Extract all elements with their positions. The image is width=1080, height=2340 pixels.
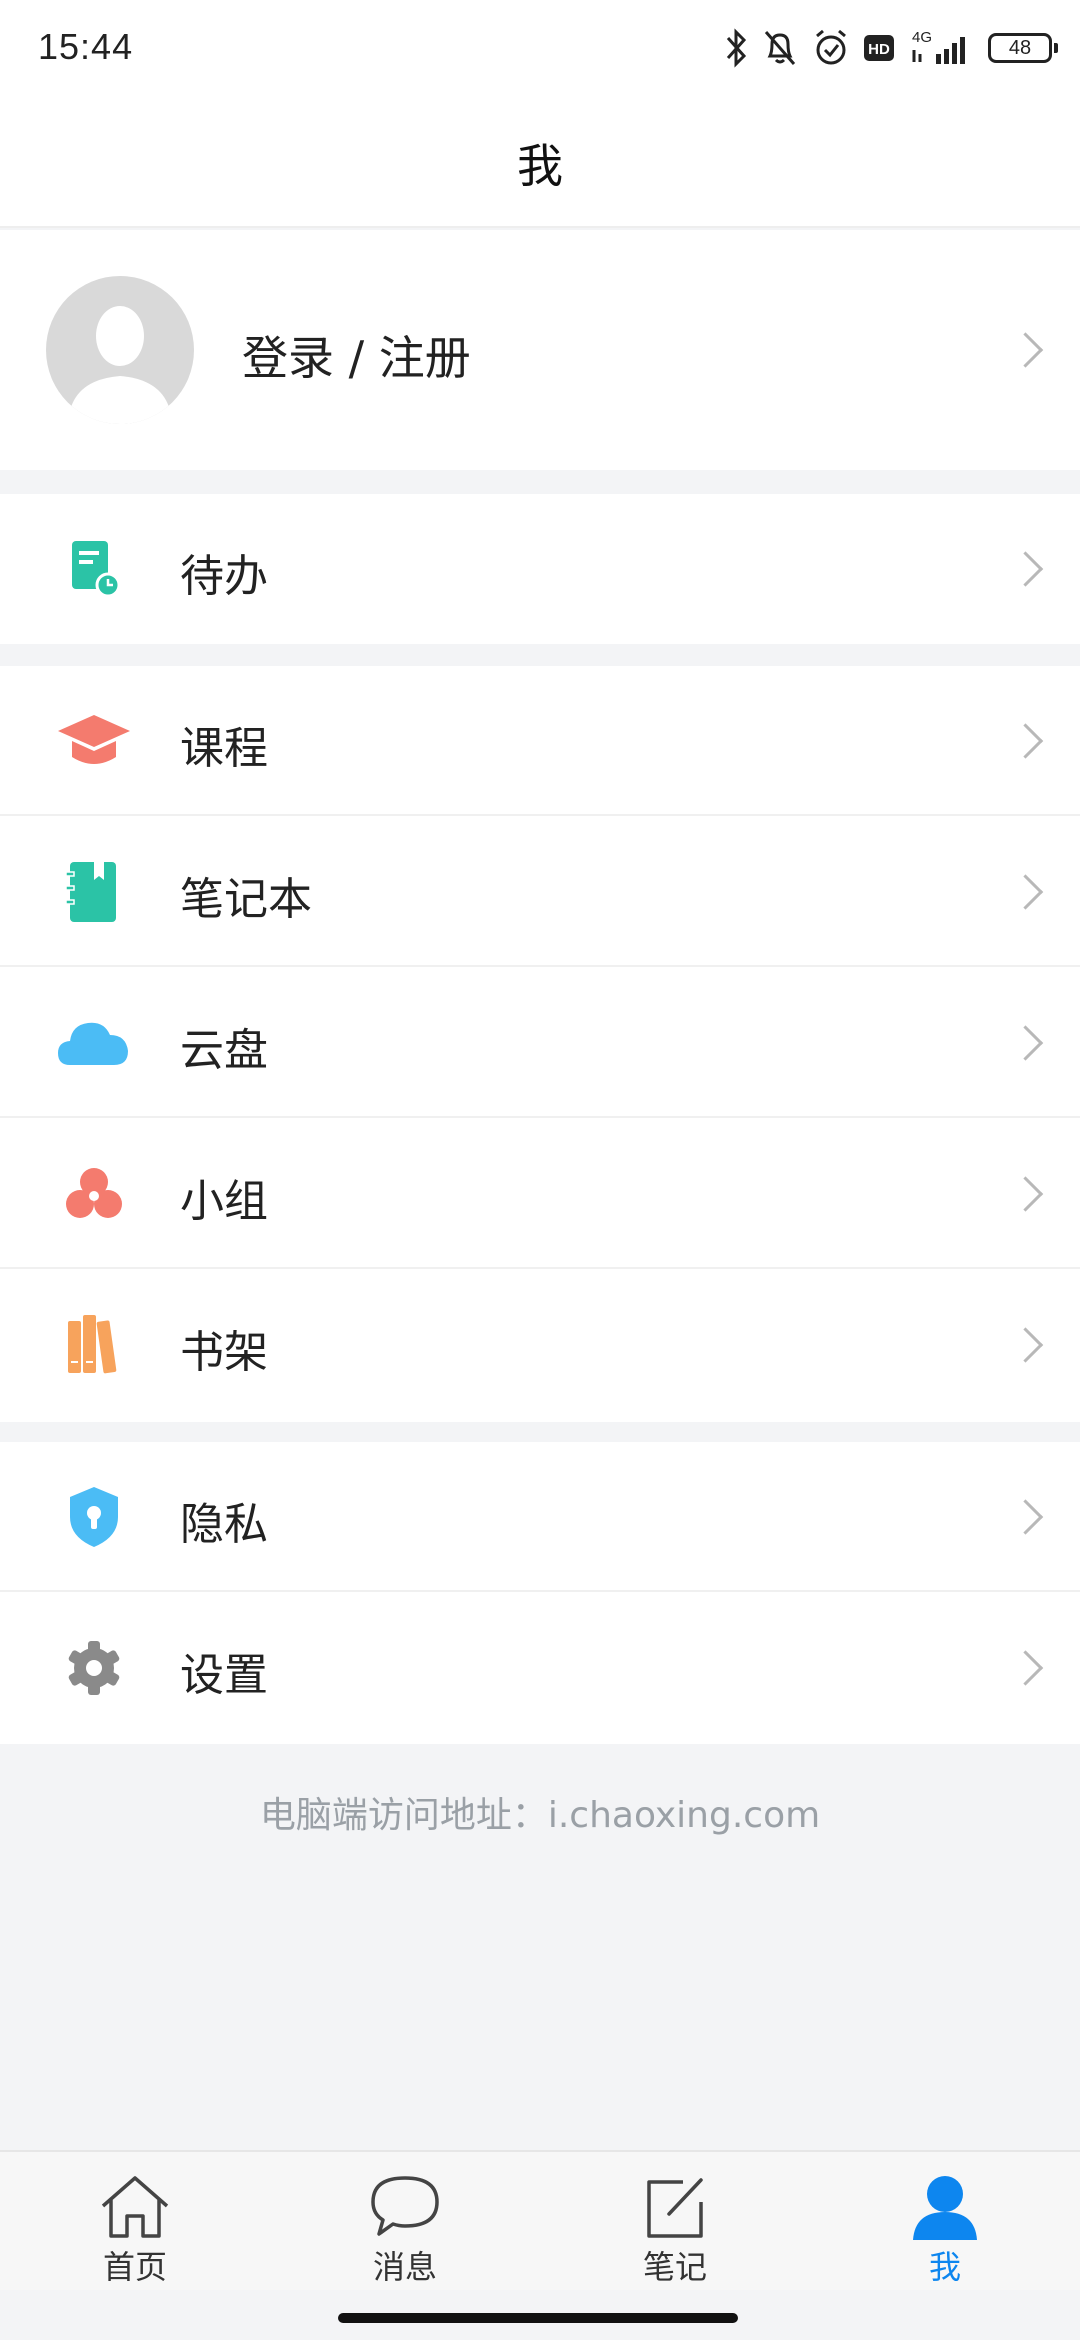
me-screen: 15:44 HD 4G 48 我 登录 / 注册 待办 课程 笔记本 云盘 小组… [0,0,1080,2340]
bell-muted-icon [764,31,796,65]
page-title: 我 [517,139,563,193]
chevron-right-icon [1007,723,1044,759]
menu-item-bookshelf[interactable]: 书架 [0,1270,1080,1420]
menu-item-group[interactable]: 小组 [0,1119,1080,1269]
tab-messages[interactable]: 消息 [270,2152,540,2292]
menu-item-todo[interactable]: 待办 [0,494,1080,644]
default-avatar-icon [68,306,172,424]
menu-group-todo: 待办 [0,494,1080,644]
cloud-icon [58,1022,128,1065]
divider [0,965,1080,967]
nav-header: 我 [0,100,1080,228]
menu-item-notebook[interactable]: 笔记本 [0,817,1080,967]
message-icon [371,2176,439,2236]
gear-icon [68,1641,120,1695]
tab-notes[interactable]: 笔记 [540,2152,810,2292]
status-icons: HD 4G 48 [724,20,1058,76]
menu-label-course: 课程 [180,723,268,774]
menu-label-todo: 待办 [180,551,268,602]
tab-me-label: 我 [928,2248,961,2286]
menu-label-cloud-drive: 云盘 [180,1025,268,1076]
menu-item-privacy[interactable]: 隐私 [0,1442,1080,1592]
home-indicator[interactable] [338,2313,738,2323]
menu-label-notebook: 笔记本 [180,874,312,925]
divider [0,1590,1080,1592]
avatar [46,276,194,424]
bluetooth-icon [726,28,747,68]
menu-label-group: 小组 [180,1176,268,1227]
menu-label-bookshelf: 书架 [180,1327,268,1378]
status-time: 15:44 [38,26,134,67]
group-icon [66,1168,122,1218]
divider [0,814,1080,816]
graduation-cap-icon [58,715,130,764]
bottom-tab-bar: 首页 消息 笔记 我 [0,2150,1080,2290]
menu-group-study: 课程 笔记本 云盘 小组 书架 [0,666,1080,1422]
privacy-shield-icon [70,1487,118,1547]
chevron-right-icon [1007,1499,1044,1535]
pc-access-address: 电脑端访问地址：i.chaoxing.com [259,1795,821,1836]
chevron-right-icon [1007,1650,1044,1686]
tab-notes-label: 笔记 [642,2248,707,2286]
chevron-right-icon [1007,551,1044,587]
tab-home-label: 首页 [102,2248,167,2286]
menu-group-system: 隐私 设置 [0,1442,1080,1744]
tab-me[interactable]: 我 [810,2152,1080,2292]
notebook-icon [65,862,116,922]
divider [0,1267,1080,1269]
hd-icon: HD [864,35,894,61]
tab-home[interactable]: 首页 [0,2152,270,2292]
tab-messages-label: 消息 [372,2248,437,2286]
person-icon [913,2176,977,2240]
home-icon [101,2176,169,2238]
status-bar: 15:44 HD 4G 48 [0,0,1080,100]
menu-item-settings[interactable]: 设置 [0,1593,1080,1743]
divider [0,1116,1080,1118]
login-register-label: 登录 / 注册 [242,331,471,385]
chevron-right-icon [1007,1176,1044,1212]
svg-text:HD: HD [868,41,890,58]
menu-label-settings: 设置 [180,1650,268,1701]
menu-label-privacy: 隐私 [180,1499,268,1550]
note-edit-icon [647,2178,703,2238]
chevron-right-icon [1007,1025,1044,1061]
menu-item-cloud-drive[interactable]: 云盘 [0,968,1080,1118]
profile-login-row[interactable]: 登录 / 注册 [0,230,1080,470]
chevron-right-icon [1007,874,1044,910]
network-type-label: 4G [912,29,932,46]
battery-indicator: 48 [988,33,1058,63]
chevron-right-icon [1007,332,1044,368]
bookshelf-icon [68,1315,117,1374]
todo-icon [72,541,121,598]
alarm-icon [816,29,846,65]
chevron-right-icon [1007,1327,1044,1363]
menu-item-course[interactable]: 课程 [0,666,1080,816]
signal-icon: 4G [912,29,965,64]
